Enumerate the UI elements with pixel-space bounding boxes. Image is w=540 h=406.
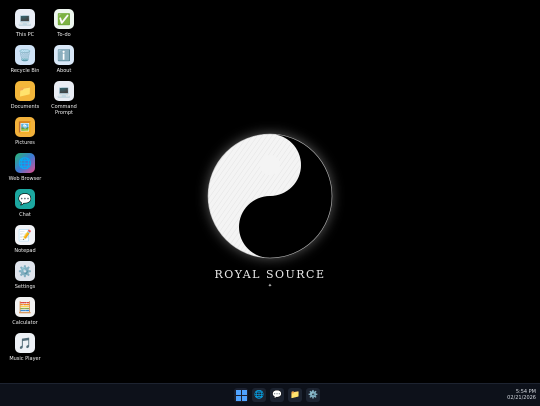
desktop-icon-this-pc[interactable]: 💻 This PC bbox=[8, 9, 42, 38]
system-clock[interactable]: 5:54 PM 02/21/2026 bbox=[507, 389, 536, 401]
desktop-icon-notepad[interactable]: 📝 Notepad bbox=[8, 225, 42, 254]
terminal-icon: 💻 bbox=[54, 81, 74, 101]
wallpaper-logo: ROYAL SOURCE ✦ bbox=[200, 132, 340, 289]
chat-icon: 💬 bbox=[272, 390, 282, 399]
info-icon: ℹ️ bbox=[54, 45, 74, 65]
taskbar-settings-button[interactable]: ⚙️ bbox=[306, 388, 320, 402]
desktop-icon-command-prompt[interactable]: 💻 Command Prompt bbox=[47, 81, 81, 116]
checkbox-icon: ✅ bbox=[54, 9, 74, 29]
clock-date: 02/21/2026 bbox=[507, 395, 536, 401]
folder-icon: 📁 bbox=[290, 390, 300, 399]
folder-icon: 📁 bbox=[15, 81, 35, 101]
windows-logo-icon bbox=[235, 389, 247, 401]
desktop-icon-label: To-do bbox=[57, 32, 71, 38]
desktop-icon-label: This PC bbox=[15, 32, 35, 38]
desktop-icon-label: Pictures bbox=[15, 140, 35, 146]
desktop-icon-about[interactable]: ℹ️ About bbox=[47, 45, 81, 74]
brand-name: ROYAL SOURCE bbox=[214, 268, 326, 281]
desktop-icon-label: About bbox=[56, 68, 72, 74]
desktop-icon-to-do[interactable]: ✅ To-do bbox=[47, 9, 81, 38]
desktop-icon-label: Calculator bbox=[12, 320, 38, 326]
taskbar: 🌐 💬 📁 ⚙️ 5:54 PM 02/21/2026 bbox=[0, 383, 540, 406]
yin-yang-icon bbox=[207, 133, 333, 259]
brand-star-mark: ✦ bbox=[267, 283, 273, 289]
taskbar-chat-button[interactable]: 💬 bbox=[270, 388, 284, 402]
desktop-icon-documents[interactable]: 📁 Documents bbox=[8, 81, 42, 110]
globe-icon: 🌐 bbox=[254, 390, 264, 399]
gear-icon: ⚙️ bbox=[15, 261, 35, 281]
computer-icon: 💻 bbox=[15, 9, 35, 29]
calculator-icon: 🧮 bbox=[15, 297, 35, 317]
desktop-icon-recycle-bin[interactable]: 🗑️ Recycle Bin bbox=[8, 45, 42, 74]
desktop-icon-chat[interactable]: 💬 Chat bbox=[8, 189, 42, 218]
notepad-icon: 📝 bbox=[15, 225, 35, 245]
desktop-icon-label: Command Prompt bbox=[51, 104, 77, 116]
desktop-icon-label: Music Player bbox=[9, 356, 41, 362]
globe-icon: 🌐 bbox=[15, 153, 35, 173]
start-button[interactable] bbox=[234, 388, 248, 402]
taskbar-file-explorer-button[interactable]: 📁 bbox=[288, 388, 302, 402]
taskbar-web-browser-button[interactable]: 🌐 bbox=[252, 388, 266, 402]
desktop-icon-label: Web Browser bbox=[8, 176, 42, 182]
recycle-bin-icon: 🗑️ bbox=[15, 45, 35, 65]
chat-icon: 💬 bbox=[15, 189, 35, 209]
desktop-icon-web-browser[interactable]: 🌐 Web Browser bbox=[8, 153, 42, 182]
desktop-icon-label: Chat bbox=[19, 212, 31, 218]
desktop-icon-label: Notepad bbox=[14, 248, 36, 254]
gear-icon: ⚙️ bbox=[308, 390, 318, 399]
desktop-icon-music-player[interactable]: 🎵 Music Player bbox=[8, 333, 42, 362]
desktop-icon-label: Recycle Bin bbox=[10, 68, 40, 74]
desktop-icon-label: Documents bbox=[10, 104, 40, 110]
pictures-icon: 🖼️ bbox=[15, 117, 35, 137]
music-icon: 🎵 bbox=[15, 333, 35, 353]
desktop-icon-pictures[interactable]: 🖼️ Pictures bbox=[8, 117, 42, 146]
desktop-icon-label: Settings bbox=[14, 284, 36, 290]
desktop-icon-settings[interactable]: ⚙️ Settings bbox=[8, 261, 42, 290]
desktop-icon-calculator[interactable]: 🧮 Calculator bbox=[8, 297, 42, 326]
desktop: 💻 This PC 🗑️ Recycle Bin 📁 Documents 🖼️ … bbox=[0, 0, 540, 383]
